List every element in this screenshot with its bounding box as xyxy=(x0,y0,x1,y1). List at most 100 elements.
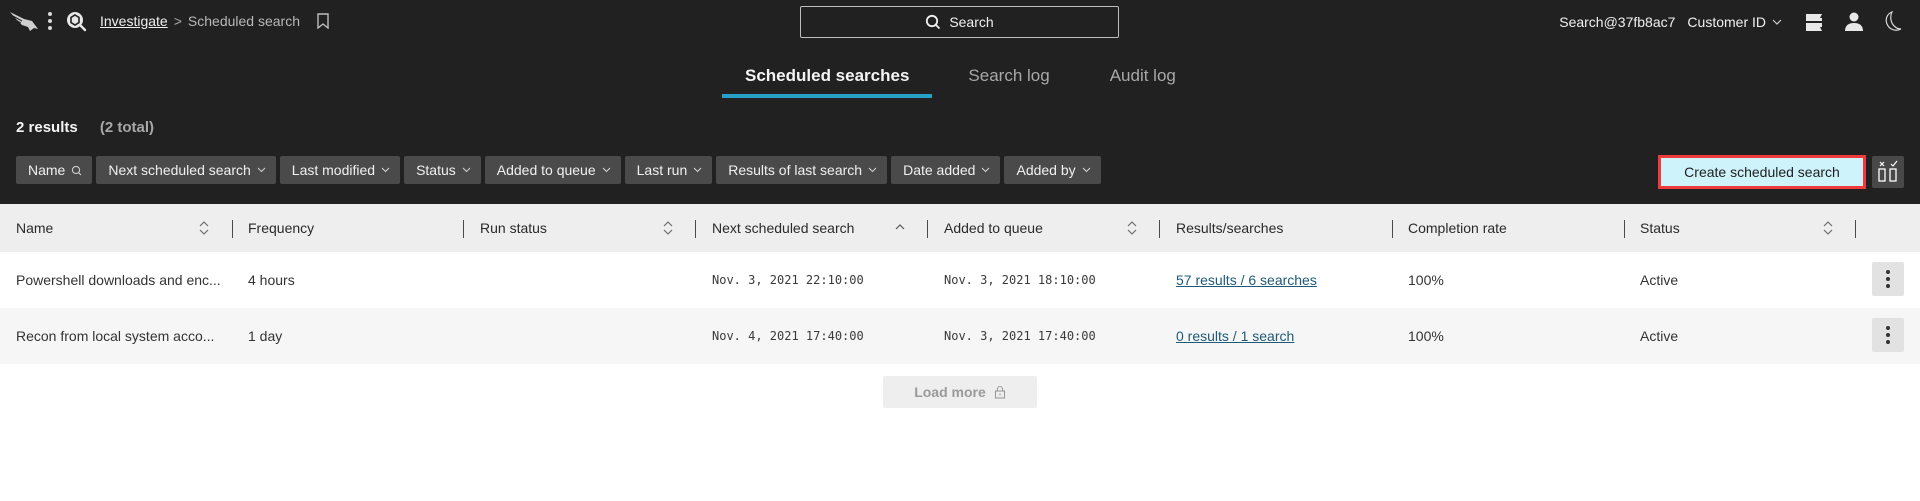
cell-frequency: 4 hours xyxy=(248,272,295,288)
cell-name[interactable]: Recon from local system acco... xyxy=(16,308,214,364)
table-row[interactable]: Powershell downloads and enc... 4 hours … xyxy=(0,252,1920,308)
customer-id-label: Customer ID xyxy=(1687,14,1766,30)
column-header-run-status[interactable]: Run status xyxy=(480,204,547,252)
chevron-down-icon xyxy=(693,167,702,173)
results-count-label: 2 results xyxy=(16,119,78,136)
filter-last-modified[interactable]: Last modified xyxy=(279,156,401,184)
cell-frequency: 1 day xyxy=(248,328,283,344)
support-chat-icon[interactable] xyxy=(1802,10,1826,34)
top-right-controls: Search@37fb8ac7 Customer ID xyxy=(1559,0,1920,44)
chevron-down-icon xyxy=(1772,19,1782,25)
tab-scheduled-searches[interactable]: Scheduled searches xyxy=(722,60,933,98)
filter-results-of-last-search[interactable]: Results of last search xyxy=(716,156,888,184)
column-divider[interactable] xyxy=(1392,220,1393,238)
search-icon xyxy=(926,14,941,30)
search-button-label: Search xyxy=(949,14,994,30)
sort-toggle-icon[interactable] xyxy=(1126,220,1138,236)
column-divider[interactable] xyxy=(1855,220,1856,238)
column-divider[interactable] xyxy=(463,220,464,238)
falcon-logo-icon[interactable] xyxy=(8,9,40,33)
filter-label: Next scheduled search xyxy=(108,162,251,178)
column-header-frequency[interactable]: Frequency xyxy=(248,204,314,252)
filter-added-by[interactable]: Added by xyxy=(1004,156,1101,184)
column-header-name[interactable]: Name xyxy=(16,204,216,252)
column-label: Run status xyxy=(480,220,547,236)
results-searches-link[interactable]: 57 results / 6 searches xyxy=(1176,272,1317,288)
column-header-status[interactable]: Status xyxy=(1640,204,1680,252)
search-icon xyxy=(72,165,82,175)
column-header-results-searches[interactable]: Results/searches xyxy=(1176,204,1283,252)
column-divider[interactable] xyxy=(927,220,928,238)
chevron-down-icon xyxy=(462,167,471,173)
sort-ascending-icon[interactable] xyxy=(894,222,906,232)
chevron-down-icon xyxy=(982,167,990,173)
filter-label: Date added xyxy=(903,162,976,178)
filter-added-to-queue[interactable]: Added to queue xyxy=(484,156,621,184)
app-header-region: Investigate > Scheduled search Search Se… xyxy=(0,0,1920,204)
breadcrumb-current: Scheduled search xyxy=(187,13,300,29)
chevron-down-icon xyxy=(257,167,266,173)
load-more-button[interactable]: Load more xyxy=(883,376,1037,408)
filter-label: Added to queue xyxy=(496,162,596,178)
column-label: Next scheduled search xyxy=(712,220,855,236)
investigate-app-icon[interactable] xyxy=(64,9,88,33)
row-actions-kebab-icon[interactable] xyxy=(1872,318,1904,352)
chevron-down-icon xyxy=(1082,167,1091,173)
cell-added-to-queue: Nov. 3, 2021 17:40:00 xyxy=(944,329,1096,343)
load-more-label: Load more xyxy=(914,384,986,400)
filter-last-run[interactable]: Last run xyxy=(624,156,713,184)
column-divider[interactable] xyxy=(232,220,233,238)
create-scheduled-search-button[interactable]: Create scheduled search xyxy=(1658,155,1866,189)
sort-toggle-icon[interactable] xyxy=(662,220,674,236)
sort-toggle-icon[interactable] xyxy=(1822,220,1834,236)
filter-date-added[interactable]: Date added xyxy=(891,156,1001,184)
sort-toggle-icon[interactable] xyxy=(198,220,210,236)
global-search-button[interactable]: Search xyxy=(800,6,1119,38)
filter-next-scheduled-search[interactable]: Next scheduled search xyxy=(96,156,276,184)
breadcrumb-investigate-link[interactable]: Investigate xyxy=(100,13,168,29)
cell-status: Active xyxy=(1640,328,1679,344)
filter-label: Added by xyxy=(1016,162,1076,178)
filter-label: Last modified xyxy=(291,162,376,178)
column-header-added-to-queue[interactable]: Added to queue xyxy=(944,204,1043,252)
column-divider[interactable] xyxy=(1159,220,1160,238)
filter-status[interactable]: Status xyxy=(404,156,481,184)
table-header: Name Frequency Run status Next scheduled… xyxy=(0,204,1920,252)
row-actions-kebab-icon[interactable] xyxy=(1872,262,1904,296)
user-profile-icon[interactable] xyxy=(1842,10,1866,34)
breadcrumb-separator: > xyxy=(173,13,182,29)
column-header-completion-rate[interactable]: Completion rate xyxy=(1408,204,1507,252)
column-visibility-icon[interactable] xyxy=(1872,156,1904,188)
cell-next-scheduled: Nov. 4, 2021 17:40:00 xyxy=(712,329,864,343)
customer-id-dropdown[interactable]: Customer ID xyxy=(1687,14,1782,30)
dark-mode-moon-icon[interactable] xyxy=(1882,10,1906,34)
filter-label: Name xyxy=(28,162,66,178)
top-bar: Investigate > Scheduled search Search Se… xyxy=(0,0,1920,44)
column-label: Added to queue xyxy=(944,220,1043,236)
search-user-label: Search@37fb8ac7 xyxy=(1559,14,1676,30)
chevron-down-icon xyxy=(381,167,390,173)
column-label: Name xyxy=(16,220,54,236)
nav-menu-kebab-icon[interactable] xyxy=(46,10,54,34)
filter-label: Last run xyxy=(636,162,688,178)
scheduled-searches-table: Name Frequency Run status Next scheduled… xyxy=(0,204,1920,364)
cell-completion-rate: 100% xyxy=(1408,328,1444,344)
tab-audit-log[interactable]: Audit log xyxy=(1110,60,1176,98)
column-divider[interactable] xyxy=(1624,220,1625,238)
cell-status: Active xyxy=(1640,272,1679,288)
column-label: Completion rate xyxy=(1408,220,1507,236)
column-label: Results/searches xyxy=(1176,220,1284,236)
bookmark-icon[interactable] xyxy=(316,13,330,29)
results-count: 2 results (2 total) xyxy=(16,119,154,136)
tab-search-log[interactable]: Search log xyxy=(968,60,1049,98)
results-searches-link[interactable]: 0 results / 1 search xyxy=(1176,328,1294,344)
column-label: Status xyxy=(1640,220,1680,236)
column-header-next-scheduled-search[interactable]: Next scheduled search xyxy=(712,204,854,252)
column-divider[interactable] xyxy=(695,220,696,238)
cell-name[interactable]: Powershell downloads and enc... xyxy=(16,252,221,308)
filter-label: Status xyxy=(416,162,456,178)
filter-label: Results of last search xyxy=(728,162,863,178)
filter-name[interactable]: Name xyxy=(16,156,93,184)
table-row[interactable]: Recon from local system acco... 1 day No… xyxy=(0,308,1920,364)
chevron-down-icon xyxy=(602,167,611,173)
